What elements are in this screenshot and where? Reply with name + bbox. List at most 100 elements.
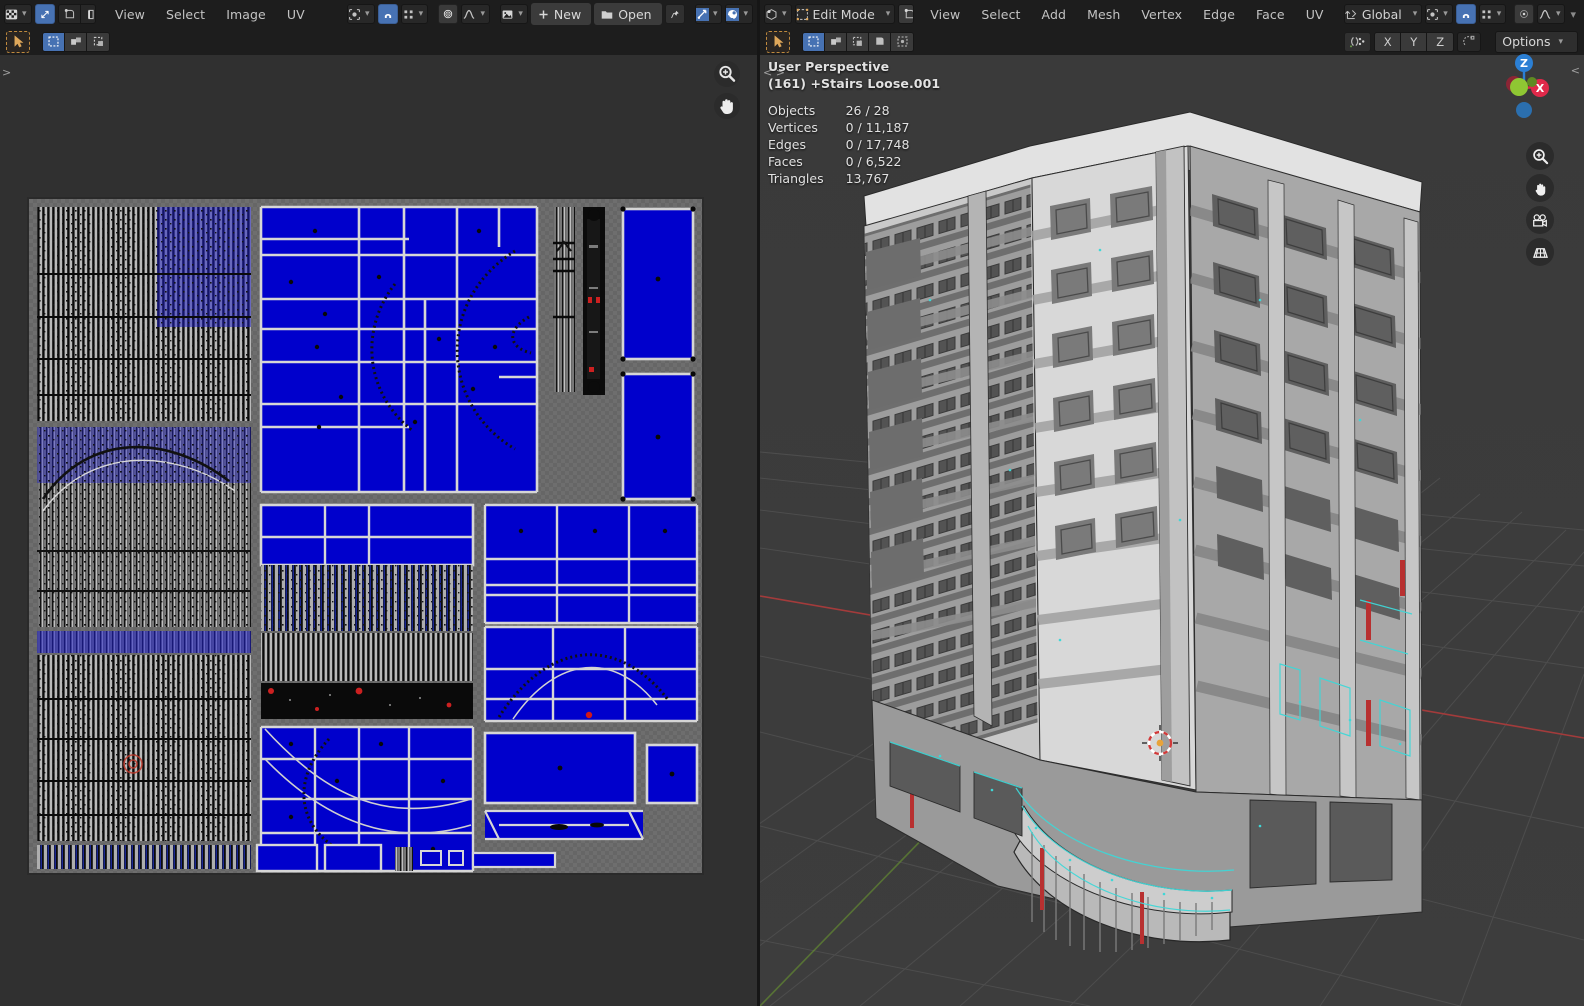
uv-select-mode-group[interactable] <box>58 4 96 24</box>
3d-viewport: ▾ Edit Mode ▾ <box>760 0 1584 1006</box>
uv-tool-tweak[interactable] <box>6 31 30 53</box>
uv-edge-select-mode[interactable] <box>81 4 96 24</box>
uv-sticky-selection-icon <box>726 8 739 21</box>
vp-tool-grab[interactable] <box>825 32 847 52</box>
vp-select-tools-group[interactable] <box>802 32 914 52</box>
mesh-vertex-icon <box>903 8 913 21</box>
uv-snap-target-button[interactable]: ▾ <box>401 4 429 24</box>
chevron-down-icon: ▾ <box>882 9 895 19</box>
uv-island-group-right-mid <box>485 505 697 721</box>
uv-vertex-select-mode[interactable] <box>59 4 81 24</box>
uv-menu-view[interactable]: View <box>106 4 154 25</box>
vp-falloff-button[interactable]: ▾ <box>1537 4 1566 24</box>
uv-falloff-button[interactable]: ▾ <box>461 4 490 24</box>
vp-menu-vertex[interactable]: Vertex <box>1132 4 1191 25</box>
proportional-editing-icon <box>1519 7 1529 21</box>
vp-snap-toggle[interactable] <box>1456 4 1476 24</box>
vp-menu-uv[interactable]: UV <box>1297 4 1333 25</box>
uv-new-image-button[interactable]: New <box>531 3 591 25</box>
mesh-symmetry-button[interactable] <box>1344 32 1371 52</box>
symmetry-axis-z[interactable]: Z <box>1427 32 1453 52</box>
uv-display-mode-button[interactable] <box>35 4 55 24</box>
symmetry-axis-group[interactable]: X Y Z <box>1374 32 1454 52</box>
chevron-down-icon: ▾ <box>476 9 489 19</box>
folder-icon <box>600 8 614 21</box>
chevron-down-icon: ▾ <box>1554 37 1567 47</box>
transform-orientation-dropdown[interactable]: Global ▾ <box>1344 4 1422 24</box>
navigation-gizmo[interactable]: X Z <box>1488 52 1560 124</box>
vp-tool-select-box[interactable] <box>803 32 825 52</box>
viewport-camera-button[interactable] <box>1526 206 1554 234</box>
uv-canvas-container[interactable] <box>27 197 704 875</box>
mirror-uv-button[interactable] <box>1457 32 1481 52</box>
uv-menu-image[interactable]: Image <box>217 4 275 25</box>
uv-vertex-icon <box>63 8 76 21</box>
header-overflow-arrow[interactable]: ▾ <box>1568 8 1580 21</box>
3d-scene[interactable] <box>760 0 1584 1006</box>
symmetry-axis-x[interactable]: X <box>1375 32 1401 52</box>
mesh-select-mode-group[interactable] <box>898 4 913 24</box>
viewport-options-dropdown[interactable]: Options ▾ <box>1495 31 1578 53</box>
uv-menu-select[interactable]: Select <box>157 4 214 25</box>
cursor-arrow-icon <box>773 35 784 48</box>
hand-icon <box>1532 180 1549 197</box>
vp-tool-select-circle[interactable] <box>847 32 869 52</box>
chevron-down-icon: ▾ <box>778 9 791 19</box>
uv-tool-annotate[interactable] <box>87 32 109 52</box>
chevron-down-icon: ▾ <box>1552 9 1565 19</box>
uv-island-group-center-top <box>261 207 537 492</box>
vp-proportional-editing-toggle[interactable] <box>1514 4 1534 24</box>
uv-sync-selection-button[interactable]: ▾ <box>695 4 723 24</box>
uv-open-image-button[interactable]: Open <box>594 3 661 25</box>
vp-menu-face[interactable]: Face <box>1247 4 1294 25</box>
vp-menu-add[interactable]: Add <box>1033 4 1076 25</box>
viewport-header: ▾ Edit Mode ▾ <box>760 0 1584 28</box>
vp-snap-target-button[interactable]: ▾ <box>1479 4 1507 24</box>
uv-proportional-editing-toggle[interactable] <box>438 4 458 24</box>
uv-menu-uv[interactable]: UV <box>278 4 314 25</box>
uv-zoom-button[interactable] <box>713 60 741 88</box>
vp-pivot-point-button[interactable]: ▾ <box>1425 4 1453 24</box>
orientation-label: Global <box>1358 7 1409 22</box>
viewport-editor-type-button[interactable]: ▾ <box>764 4 792 24</box>
vp-tool-tweak[interactable] <box>766 31 790 53</box>
uv-tool-grab[interactable] <box>65 32 87 52</box>
zoom-magnifier-icon <box>1532 148 1549 165</box>
vp-menu-select[interactable]: Select <box>972 4 1029 25</box>
grab-icon <box>829 35 843 48</box>
vp-menu-mesh[interactable]: Mesh <box>1078 4 1129 25</box>
uv-pivot-point-button[interactable]: ▾ <box>347 4 375 24</box>
uv-sticky-selection-button[interactable]: ▾ <box>725 4 753 24</box>
image-datablock-icon <box>501 8 514 21</box>
mesh-vertex-select-mode[interactable] <box>899 4 913 24</box>
viewport-sidebar-expand-arrow[interactable]: < <box>1571 64 1580 77</box>
uv-snap-toggle[interactable] <box>378 4 398 24</box>
proportional-falloff-icon <box>1538 8 1552 20</box>
vp-menu-view[interactable]: View <box>921 4 969 25</box>
uv-pin-image-button[interactable] <box>665 4 685 24</box>
uv-pan-button[interactable] <box>713 92 741 120</box>
mode-label: Edit Mode <box>809 7 882 22</box>
plus-icon <box>537 8 550 21</box>
uv-island-group-right-top <box>620 206 695 501</box>
uv-select-tools-group[interactable] <box>42 32 110 52</box>
uv-sidebar-expand-arrow[interactable]: > <box>2 66 11 79</box>
uv-canvas[interactable] <box>27 197 704 875</box>
uv-editor-type-button[interactable]: ▾ <box>4 4 32 24</box>
vp-tool-select-lasso[interactable] <box>869 32 891 52</box>
vp-tool-cursor-3d[interactable] <box>891 32 913 52</box>
gizmo-z-label: Z <box>1520 57 1528 70</box>
uv-image-datablock-button[interactable]: ▾ <box>500 4 528 24</box>
viewport-toolbar-expand-arrow[interactable]: < > <box>763 66 785 79</box>
gizmo-y-negative <box>1527 77 1537 87</box>
viewport-zoom-button[interactable] <box>1526 142 1554 170</box>
uv-edge-icon <box>85 8 96 21</box>
viewport-ortho-toggle-button[interactable] <box>1526 238 1554 266</box>
interaction-mode-dropdown[interactable]: Edit Mode ▾ <box>795 4 896 24</box>
uv-tool-select-box[interactable] <box>43 32 65 52</box>
chevron-down-icon: ▾ <box>361 9 374 19</box>
vp-menu-edge[interactable]: Edge <box>1194 4 1244 25</box>
camera-icon <box>1531 213 1549 228</box>
symmetry-axis-y[interactable]: Y <box>1401 32 1427 52</box>
viewport-pan-button[interactable] <box>1526 174 1554 202</box>
